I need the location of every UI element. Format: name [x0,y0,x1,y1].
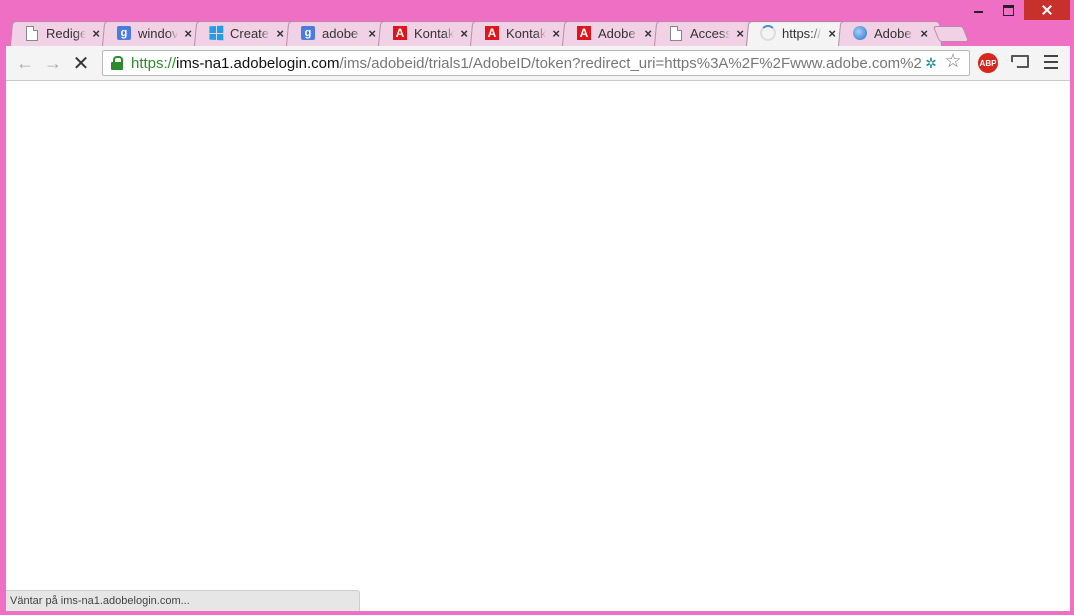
close-icon: ✕ [72,52,90,75]
cast-icon[interactable] [1011,55,1029,68]
loading-spinner-icon [760,25,776,41]
tab-label: Access [690,25,730,41]
browser-toolbar: ← → ✕ https://ims-na1.adobelogin.com/ims… [6,46,1070,81]
tab-label: Redige [46,25,86,41]
tab-close-icon[interactable]: × [552,27,560,40]
arrow-right-icon: → [44,52,62,73]
tab-label: adobe [322,25,359,41]
tab-close-icon[interactable]: × [92,27,100,40]
tab-close-icon[interactable]: × [920,27,928,40]
abp-label: ABP [979,58,997,68]
tab-close-icon[interactable]: × [644,27,652,40]
url-host: ims-na1.adobelogin.com [176,54,340,72]
tab[interactable]: A Kontak × [378,20,482,46]
close-window-button[interactable] [1024,0,1070,20]
document-icon [24,25,40,41]
windows-icon [208,25,224,41]
tab[interactable]: Create × [194,20,298,46]
tab-label: windov [138,25,178,41]
tab-close-icon[interactable]: × [184,27,192,40]
tab-label: Adobe [598,25,636,41]
lock-icon [111,56,123,70]
tab-label: https:// [782,25,822,41]
tab-label: Kontak [506,25,546,41]
tab-close-icon[interactable]: × [828,27,836,40]
globe-icon [852,25,868,41]
adblock-plus-button[interactable]: ABP [978,53,998,73]
tab[interactable]: g adobe × [286,20,390,46]
bookmark-star-icon[interactable]: ☆ [943,52,963,72]
tab[interactable]: Adobe × [838,20,942,46]
status-bubble: Väntar på ims-na1.adobelogin.com... [6,590,360,611]
url-scheme: https:// [131,54,177,72]
minimize-button[interactable] [964,0,994,20]
tab[interactable]: Redige × [10,20,114,46]
document-icon [668,25,684,41]
tab-active[interactable]: https:// × [746,20,850,46]
google-icon: g [116,25,132,41]
tab-close-icon[interactable]: × [460,27,468,40]
tab[interactable]: A Kontak × [470,20,574,46]
adobe-icon: A [576,25,592,41]
tab-label: Create [230,25,270,41]
tab[interactable]: Access × [654,20,758,46]
page-content: Väntar på ims-na1.adobelogin.com... [6,81,1070,611]
stop-button[interactable]: ✕ [70,52,92,75]
tab[interactable]: A Adobe × [562,20,666,46]
arrow-left-icon: ← [16,52,34,73]
menu-icon[interactable] [1044,55,1058,69]
extension-icon[interactable]: ✲ [923,55,939,71]
tab[interactable]: g windov × [102,20,206,46]
tab-close-icon[interactable]: × [276,27,284,40]
back-button[interactable]: ← [14,53,36,73]
url-text[interactable]: https://ims-na1.adobelogin.com/ims/adobe… [131,55,921,72]
tab-strip: Redige × g windov × Create × g adobe × A… [10,19,990,46]
maximize-button[interactable] [994,0,1024,20]
tab-close-icon[interactable]: × [368,27,376,40]
tab-label: Adobe [874,25,912,41]
new-tab-button[interactable] [932,26,970,42]
adobe-icon: A [392,25,408,41]
url-path: /ims/adobeid/trials1/AdobeID/token?redir… [339,54,921,72]
tab-label: Kontak [414,25,454,41]
google-icon: g [300,25,316,41]
adobe-icon: A [484,25,500,41]
forward-button[interactable]: → [42,53,64,73]
tab-close-icon[interactable]: × [736,27,744,40]
address-bar[interactable]: https://ims-na1.adobelogin.com/ims/adobe… [102,50,970,76]
